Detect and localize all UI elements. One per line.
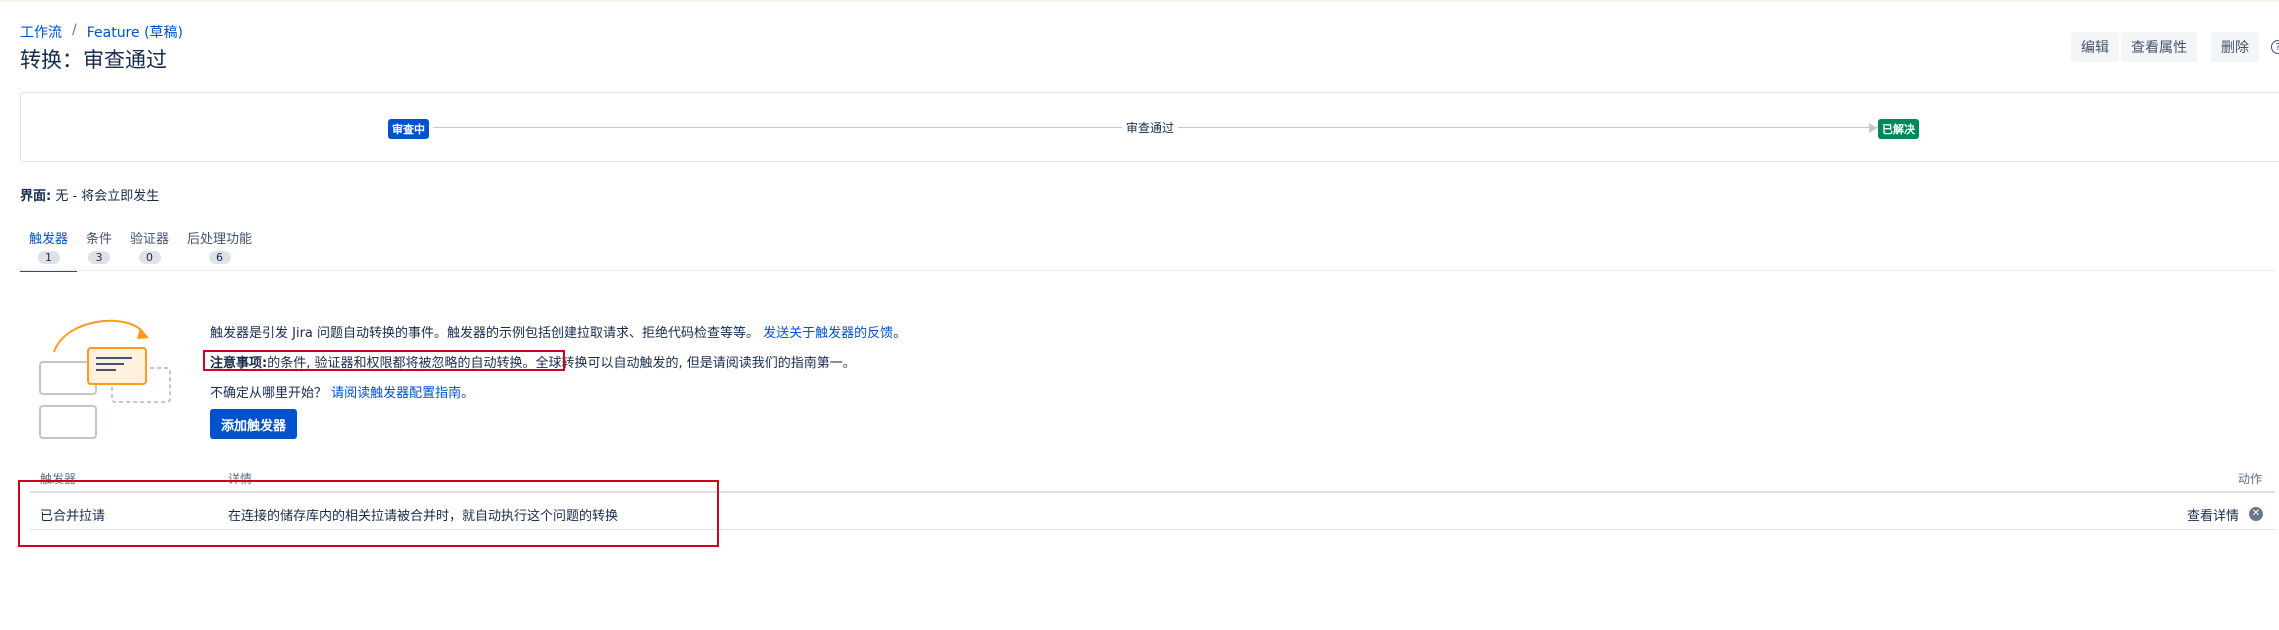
info-text-end: 。 [461,386,475,401]
triggers-illustration-icon [39,319,171,439]
delete-button[interactable]: 删除 [2211,32,2259,62]
tabs-divider [20,270,2275,271]
column-header-actions: 动作 [2238,472,2263,486]
breadcrumb-workflows-link[interactable]: 工作流 [20,22,62,42]
screen-label: 界面: [20,189,52,204]
remove-trigger-icon[interactable]: ✕ [2249,507,2263,521]
view-properties-button[interactable]: 查看属性 [2121,32,2197,62]
tab-label: 条件 [86,232,113,247]
tab-validators[interactable]: 验证器 0 [121,228,178,272]
breadcrumb: 工作流 / Feature (草稿) [20,22,183,42]
tab-count-badge: 0 [138,251,161,264]
to-status-lozenge: 已解决 [1878,119,1919,139]
tab-triggers[interactable]: 触发器 1 [20,228,78,272]
info-text: 不确定从哪里开始？ [210,386,328,401]
help-icon[interactable]: ? [2271,40,2279,54]
add-trigger-button[interactable]: 添加触发器 [210,409,298,439]
from-status-lozenge: 审查中 [388,119,429,139]
info-line-1: 触发器是引发 Jira 问题自动转换的事件。触发器的示例包括创建拉取请求、拒绝代… [210,322,906,352]
config-guide-link[interactable]: 请阅读触发器配置指南 [331,386,461,401]
transition-diagram: 审查中 审查通过 已解决 [20,92,2279,162]
tab-count-badge: 3 [88,251,111,264]
page-title: 转换：审查通过 [20,48,167,72]
screen-info: 界面: 无 - 将会立即发生 [20,185,159,204]
tab-label: 触发器 [29,232,69,247]
edit-button[interactable]: 编辑 [2071,32,2119,62]
tab-post-functions[interactable]: 后处理功能 6 [178,228,261,272]
edit-button-group: 编辑 查看属性 [2071,32,2197,62]
tab-bar: 触发器 1 条件 3 验证器 0 后处理功能 6 [20,228,261,272]
transition-arrow-icon [1869,123,1877,133]
tab-label: 验证器 [130,232,170,247]
tab-label: 后处理功能 [187,232,253,247]
breadcrumb-separator: / [72,22,77,38]
tab-count-badge: 1 [37,251,60,264]
info-text-end: 。 [893,326,907,341]
feedback-link[interactable]: 发送关于触发器的反馈 [763,326,893,341]
tab-conditions[interactable]: 条件 3 [77,228,121,272]
info-line-3: 不确定从哪里开始？ 请阅读触发器配置指南。 [210,382,906,412]
transition-name: 审查通过 [1122,119,1179,136]
breadcrumb-workflow-link[interactable]: Feature (草稿) [87,22,183,42]
tab-count-badge: 6 [208,251,231,264]
screen-value: 无 - 将会立即发生 [55,189,160,204]
annotation-highlight-note [203,350,565,371]
header-actions: 编辑 查看属性 删除 ? [2071,32,2279,62]
top-border [0,0,2279,2]
info-text: 触发器是引发 Jira 问题自动转换的事件。触发器的示例包括创建拉取请求、拒绝代… [210,326,760,341]
annotation-highlight-row [18,480,719,547]
view-details-link[interactable]: 查看详情 [2187,505,2239,524]
